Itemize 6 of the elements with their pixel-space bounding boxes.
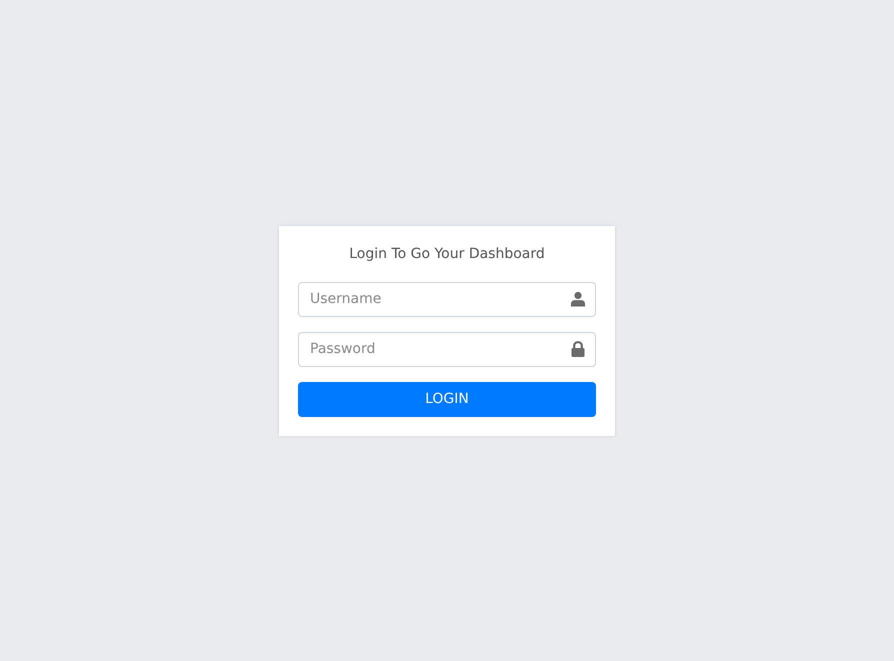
login-button[interactable]: LOGIN bbox=[298, 382, 596, 416]
user-icon bbox=[571, 292, 585, 306]
login-title: Login To Go Your Dashboard bbox=[348, 246, 546, 262]
password-field[interactable]: Password bbox=[298, 332, 596, 366]
lock-icon bbox=[571, 341, 585, 357]
username-field[interactable]: Username bbox=[298, 282, 596, 316]
